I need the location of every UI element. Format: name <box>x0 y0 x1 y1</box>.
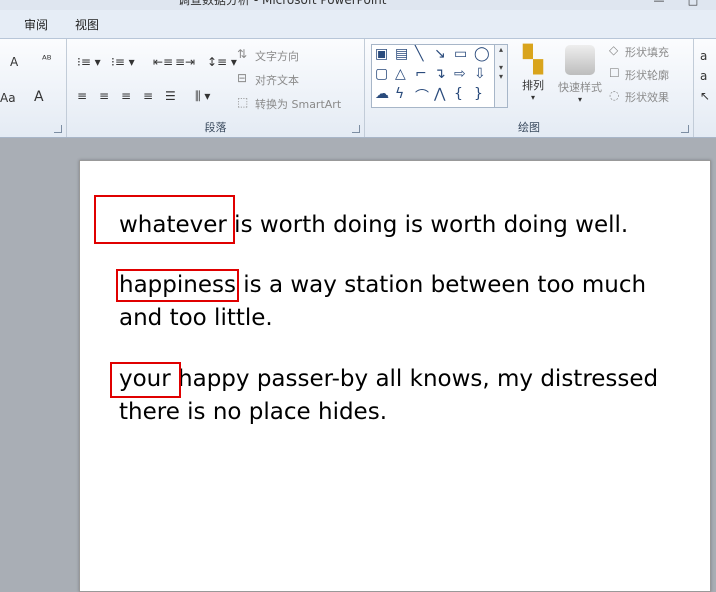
shapes-gallery[interactable]: ▣ ▤ ╲ ↘ ▭ ◯ ▢ △ ⌐ ↴ ⇨ ⇩ ☁ ϟ ⌒ ⋀ { } <box>371 44 495 108</box>
title-bar: 调查数据分析 - Microsoft PowerPoint — □ <box>0 0 716 10</box>
right-arrow-shape-icon[interactable]: ⇨ <box>454 66 466 82</box>
quick-styles-icon <box>565 45 595 75</box>
justify-icon[interactable]: ≡ <box>143 89 153 103</box>
baidu-watermark: Bai 经验 <box>560 503 676 536</box>
convert-smartart-button[interactable]: 转换为 SmartArt <box>255 96 341 112</box>
align-text-button[interactable]: 对齐文本 <box>255 72 299 88</box>
highlight-box-whatever <box>94 195 235 244</box>
arrange-label: 排列 <box>522 79 544 92</box>
lightning-shape-icon[interactable]: ϟ <box>395 86 404 102</box>
bullets-icon[interactable]: ⁝≡ ▾ <box>77 55 101 69</box>
down-arrow-shape-icon[interactable]: ⇩ <box>474 66 486 82</box>
shape-effects-button[interactable]: 形状效果 <box>625 89 669 105</box>
line-spacing-icon[interactable]: ↕≡ ▾ <box>207 55 237 69</box>
left-brace-shape-icon[interactable]: { <box>454 86 463 102</box>
shape-fill-icon: ◇ <box>609 43 619 57</box>
font-size-icon[interactable]: A <box>10 55 18 69</box>
arrow-line-shape-icon[interactable]: ↘ <box>434 46 446 62</box>
editing-group: a a ↖ <box>694 39 716 137</box>
tab-review[interactable]: 审阅 <box>24 16 48 33</box>
textbox-shape-icon[interactable]: ▣ <box>375 46 388 62</box>
triangle-shape-icon[interactable]: △ <box>395 66 406 82</box>
columns-icon[interactable]: ⫼ ▾ <box>195 89 210 104</box>
highlight-box-happiness <box>116 269 239 302</box>
find-icon[interactable]: a <box>700 49 707 63</box>
text-direction-button[interactable]: 文字方向 <box>255 48 299 64</box>
numbering-icon[interactable]: ⁝≡ ▾ <box>111 55 135 69</box>
arrange-dropdown-icon: ▾ <box>530 93 535 102</box>
shape-effects-icon: ◌ <box>609 88 620 102</box>
elbow-connector-shape-icon[interactable]: ⌐ <box>415 66 427 82</box>
font-dialog-launcher[interactable] <box>54 125 62 133</box>
ribbon: A ᴬᴮ Aa A ⁝≡ ▾ ⁝≡ ▾ ⇤≡ ≡⇥ ↕≡ ▾ ⇅ 文字方向 ⊟ … <box>0 39 716 138</box>
increase-indent-icon[interactable]: ≡⇥ <box>175 55 195 69</box>
vertical-textbox-shape-icon[interactable]: ▤ <box>395 46 408 62</box>
right-brace-shape-icon[interactable]: } <box>474 86 483 102</box>
distributed-icon[interactable]: ☰ <box>165 89 176 103</box>
drawing-dialog-launcher[interactable] <box>681 125 689 133</box>
line-shape-icon[interactable]: ╲ <box>415 46 423 62</box>
text-direction-icon[interactable]: ⇅ <box>237 47 247 61</box>
align-text-icon[interactable]: ⊟ <box>237 71 247 85</box>
oval-shape-icon[interactable]: ◯ <box>474 46 490 62</box>
align-left-icon[interactable]: ≡ <box>77 89 87 103</box>
quick-styles-dropdown-icon: ▾ <box>577 95 582 104</box>
baidu-watermark-url: jingyan.baidu.com <box>580 553 682 566</box>
freeform-shape-icon[interactable]: ⋀ <box>434 86 445 102</box>
arrange-icon: ▚ <box>523 45 543 75</box>
cloud-shape-icon[interactable]: ☁ <box>375 86 389 102</box>
align-right-icon[interactable]: ≡ <box>121 89 131 103</box>
paragraph-dialog-launcher[interactable] <box>352 125 360 133</box>
smartart-icon[interactable]: ⬚ <box>237 95 248 109</box>
restore-button[interactable]: □ <box>684 0 702 8</box>
font-color-icon[interactable]: A <box>34 89 44 105</box>
align-center-icon[interactable]: ≡ <box>99 89 109 103</box>
quick-styles-button[interactable]: 快速样式 ▾ <box>555 43 605 104</box>
paragraph-group-label: 段落 <box>204 121 227 134</box>
paragraph-text: happy passer-by all knows, my distressed… <box>119 366 659 425</box>
shape-outline-button[interactable]: 形状轮廓 <box>625 67 669 83</box>
highlight-box-your <box>110 362 181 398</box>
shapes-gallery-scroll[interactable]: ▴ ▾ ▾ <box>494 44 508 108</box>
arrange-button[interactable]: ▚ 排列 ▾ <box>513 43 553 102</box>
replace-icon[interactable]: a <box>700 69 707 83</box>
quick-styles-label: 快速样式 <box>558 81 602 94</box>
drawing-group-label: 绘图 <box>518 121 540 134</box>
font-group: A ᴬᴮ Aa A <box>0 39 67 137</box>
change-case-icon[interactable]: Aa <box>0 91 16 105</box>
rectangle-shape-icon[interactable]: ▭ <box>454 46 467 62</box>
tab-view[interactable]: 视图 <box>75 16 99 33</box>
ribbon-tabs: 审阅 视图 <box>0 10 716 39</box>
shape-outline-icon: ☐ <box>609 66 620 80</box>
decrease-indent-icon[interactable]: ⇤≡ <box>153 55 173 69</box>
select-icon[interactable]: ↖ <box>700 89 710 103</box>
minimize-button[interactable]: — <box>650 0 668 8</box>
paragraph-group: ⁝≡ ▾ ⁝≡ ▾ ⇤≡ ≡⇥ ↕≡ ▾ ⇅ 文字方向 ⊟ 对齐文本 ⬚ 转换为… <box>67 39 365 137</box>
rounded-rect-shape-icon[interactable]: ▢ <box>375 66 388 82</box>
arc-shape-icon[interactable]: ⌒ <box>415 86 429 106</box>
shape-fill-button[interactable]: 形状填充 <box>625 44 669 60</box>
window-title: 调查数据分析 - Microsoft PowerPoint <box>178 0 387 7</box>
drawing-group: ▣ ▤ ╲ ↘ ▭ ◯ ▢ △ ⌐ ↴ ⇨ ⇩ ☁ ϟ ⌒ ⋀ { } ▴ ▾ ▾ … <box>365 39 694 137</box>
elbow-arrow-shape-icon[interactable]: ↴ <box>434 66 446 82</box>
clear-format-icon[interactable]: ᴬᴮ <box>42 53 52 66</box>
slide-paragraph-3[interactable]: your happy passer-by all knows, my distr… <box>119 363 679 429</box>
paragraph-text: is worth doing is worth doing well. <box>226 212 629 238</box>
